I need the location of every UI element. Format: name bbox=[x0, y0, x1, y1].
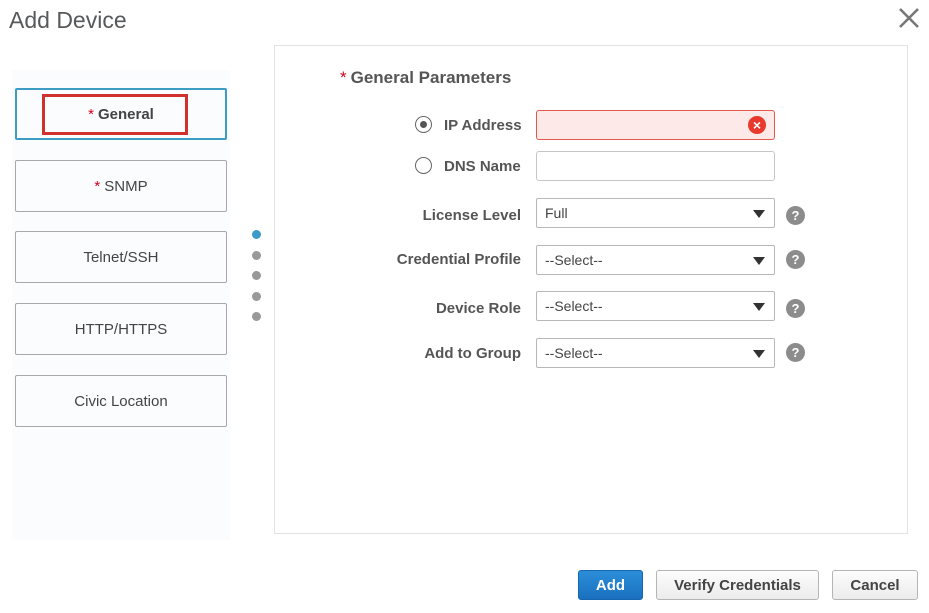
device-role-label: Device Role bbox=[435, 300, 521, 317]
required-mark: * bbox=[94, 177, 101, 195]
add-button[interactable]: Add bbox=[578, 570, 643, 600]
step-dot[interactable] bbox=[252, 312, 261, 321]
sidebar-item-telnet-ssh[interactable]: Telnet/SSH bbox=[15, 231, 227, 283]
required-mark: * bbox=[340, 68, 347, 87]
step-dot-active[interactable] bbox=[252, 230, 261, 239]
license-level-select[interactable]: Full bbox=[536, 198, 775, 228]
credential-profile-value: --Select-- bbox=[545, 252, 603, 268]
chevron-down-icon bbox=[753, 210, 765, 218]
chevron-down-icon bbox=[753, 350, 765, 358]
add-to-group-label: Add to Group bbox=[424, 345, 521, 362]
credential-profile-label: Credential Profile bbox=[396, 251, 521, 268]
device-role-select[interactable]: --Select-- bbox=[536, 291, 775, 321]
help-icon[interactable]: ? bbox=[786, 343, 805, 362]
dialog-title: Add Device bbox=[9, 7, 127, 33]
help-icon[interactable]: ? bbox=[786, 299, 805, 318]
help-icon[interactable]: ? bbox=[786, 250, 805, 269]
step-dot[interactable] bbox=[252, 271, 261, 280]
sidebar-item-label: SNMP bbox=[104, 177, 148, 195]
sidebar-item-label: Civic Location bbox=[74, 392, 168, 410]
sidebar-item-snmp[interactable]: * SNMP bbox=[15, 160, 227, 212]
step-indicator bbox=[252, 230, 261, 333]
sidebar-item-http-https[interactable]: HTTP/HTTPS bbox=[15, 303, 227, 355]
add-to-group-value: --Select-- bbox=[545, 345, 603, 361]
close-button[interactable] bbox=[897, 6, 921, 30]
ip-address-label: IP Address bbox=[444, 117, 522, 134]
close-icon bbox=[899, 8, 919, 28]
error-icon: × bbox=[748, 116, 766, 134]
credential-profile-select[interactable]: --Select-- bbox=[536, 245, 775, 275]
sidebar-item-civic-location[interactable]: Civic Location bbox=[15, 375, 227, 427]
dns-name-radio[interactable] bbox=[415, 157, 432, 174]
ip-address-radio[interactable] bbox=[415, 116, 432, 133]
license-level-value: Full bbox=[545, 205, 568, 221]
ip-address-input[interactable]: × bbox=[536, 110, 775, 140]
chevron-down-icon bbox=[753, 257, 765, 265]
verify-credentials-button[interactable]: Verify Credentials bbox=[656, 570, 819, 600]
dns-name-label: DNS Name bbox=[444, 158, 521, 175]
sidebar-item-label: Telnet/SSH bbox=[83, 248, 159, 266]
dns-name-input[interactable] bbox=[536, 151, 775, 181]
cancel-button[interactable]: Cancel bbox=[832, 570, 918, 600]
device-role-value: --Select-- bbox=[545, 298, 603, 314]
help-icon[interactable]: ? bbox=[786, 206, 805, 225]
chevron-down-icon bbox=[753, 303, 765, 311]
sidebar-item-label: HTTP/HTTPS bbox=[74, 320, 168, 338]
highlight-annotation bbox=[42, 94, 188, 135]
step-dot[interactable] bbox=[252, 291, 261, 301]
section-title-text: General Parameters bbox=[350, 68, 512, 87]
section-title: * General Parameters bbox=[340, 68, 511, 88]
step-dot[interactable] bbox=[252, 250, 261, 260]
license-level-label: License Level bbox=[422, 207, 521, 224]
add-to-group-select[interactable]: --Select-- bbox=[536, 338, 775, 368]
